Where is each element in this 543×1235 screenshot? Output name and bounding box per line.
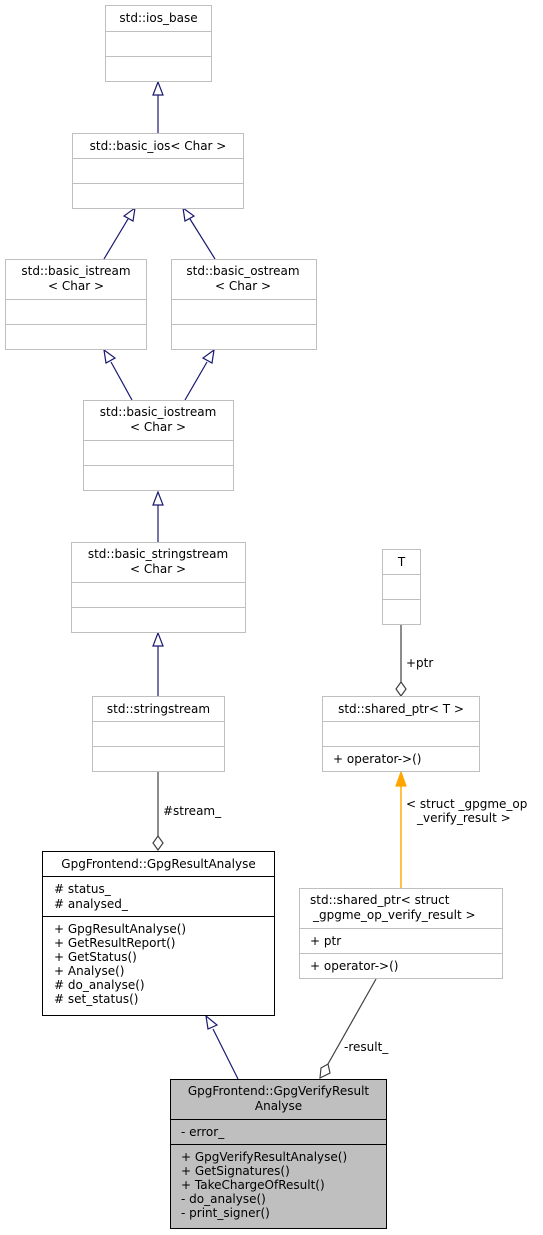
class-attribute: # status_ xyxy=(54,882,112,896)
class-title-line-1: std::basic_iostream xyxy=(100,405,217,419)
class-method: + operator->() xyxy=(333,752,421,766)
edge-stream-association: #stream_ xyxy=(152,772,222,852)
edge-verify-inherits-result-analyse xyxy=(205,1014,239,1080)
class-attribute: # analysed_ xyxy=(54,897,129,911)
class-method: + GetSignatures() xyxy=(181,1164,290,1178)
edge-label-template-line-1: < struct _gpgme_op xyxy=(406,797,527,811)
class-method: + TakeChargeOfResult() xyxy=(181,1178,325,1192)
class-title-line-1: std::basic_istream xyxy=(21,264,130,278)
class-attribute: + ptr xyxy=(310,934,341,948)
class-std-shared-ptr-verify-result[interactable]: std::shared_ptr< struct _gpgme_op_verify… xyxy=(299,888,503,979)
class-title-line-2: Analyse xyxy=(255,1099,302,1113)
class-method: # set_status() xyxy=(54,992,138,1006)
edge-label-ptr: +ptr xyxy=(406,656,433,670)
class-t[interactable]: T xyxy=(382,549,421,625)
class-title: GpgFrontend::GpgResultAnalyse xyxy=(61,857,255,871)
class-title: std::ios_base xyxy=(119,11,197,25)
class-title-line-2: < Char > xyxy=(130,562,186,576)
edge-label-result: -result_ xyxy=(344,1040,389,1054)
class-method: + operator->() xyxy=(310,959,398,973)
class-std-shared-ptr-t[interactable]: std::shared_ptr< T > + operator->() xyxy=(322,696,480,772)
class-std-basic-stringstream[interactable]: std::basic_stringstream < Char > xyxy=(71,542,246,633)
class-title-line-2: < Char > xyxy=(215,279,271,293)
edge-basic-iostream-inherits-basic-ostream xyxy=(184,348,215,401)
class-title-line-1: std::shared_ptr< struct xyxy=(310,893,450,907)
class-method: + GpgResultAnalyse() xyxy=(54,922,186,936)
edge-basic-ostream-inherits-basic-ios xyxy=(182,206,216,260)
class-title-line-2: < Char > xyxy=(130,420,186,434)
edge-label-template-line-2: _verify_result > xyxy=(416,811,511,825)
class-title: std::stringstream xyxy=(107,702,210,716)
class-diagram: #stream_ +ptr < struct _gpgme_op _verify… xyxy=(5,5,527,1229)
class-method: + Analyse() xyxy=(54,964,124,978)
edge-stringstream-inherits-basic-stringstream xyxy=(152,631,164,696)
class-method: - print_signer() xyxy=(181,1206,270,1220)
class-gpg-result-analyse[interactable]: GpgFrontend::GpgResultAnalyse # status_ … xyxy=(42,851,275,1016)
class-title: T xyxy=(397,555,406,569)
class-method: - do_analyse() xyxy=(181,1192,266,1206)
class-title-line-1: GpgFrontend::GpgVerifyResult xyxy=(188,1084,370,1098)
class-std-basic-istream[interactable]: std::basic_istream < Char > xyxy=(5,259,147,350)
edge-basic-ios-inherits-ios-base xyxy=(152,80,164,133)
class-std-stringstream[interactable]: std::stringstream xyxy=(92,696,225,772)
edge-ptr-association: +ptr xyxy=(395,625,433,698)
edge-basic-iostream-inherits-basic-istream xyxy=(103,348,133,401)
class-std-basic-ios[interactable]: std::basic_ios< Char > xyxy=(72,133,244,209)
class-method: + GetStatus() xyxy=(54,950,137,964)
edge-result-association: -result_ xyxy=(319,978,389,1080)
edge-template-instantiation: < struct _gpgme_op _verify_result > xyxy=(395,770,527,888)
class-std-ios-base[interactable]: std::ios_base xyxy=(105,5,212,82)
class-title-line-2: < Char > xyxy=(48,279,104,293)
class-title-line-1: std::basic_stringstream xyxy=(88,547,228,561)
class-std-basic-iostream[interactable]: std::basic_iostream < Char > xyxy=(83,400,234,491)
edge-label-stream: #stream_ xyxy=(163,804,222,818)
class-title: std::basic_ios< Char > xyxy=(90,139,227,153)
class-method: + GpgVerifyResultAnalyse() xyxy=(181,1150,347,1164)
class-method: + GetResultReport() xyxy=(54,936,175,950)
class-title-line-2: _gpgme_op_verify_result > xyxy=(312,908,476,922)
class-title: std::shared_ptr< T > xyxy=(338,702,464,716)
class-method: # do_analyse() xyxy=(54,978,145,992)
class-attribute: - error_ xyxy=(181,1125,225,1139)
class-std-basic-ostream[interactable]: std::basic_ostream < Char > xyxy=(171,259,317,350)
class-gpg-verify-result-analyse[interactable]: GpgFrontend::GpgVerifyResult Analyse - e… xyxy=(170,1079,387,1229)
edge-basic-stringstream-inherits-basic-iostream xyxy=(152,490,164,542)
class-title-line-1: std::basic_ostream xyxy=(186,264,299,278)
edge-basic-istream-inherits-basic-ios xyxy=(103,206,136,260)
